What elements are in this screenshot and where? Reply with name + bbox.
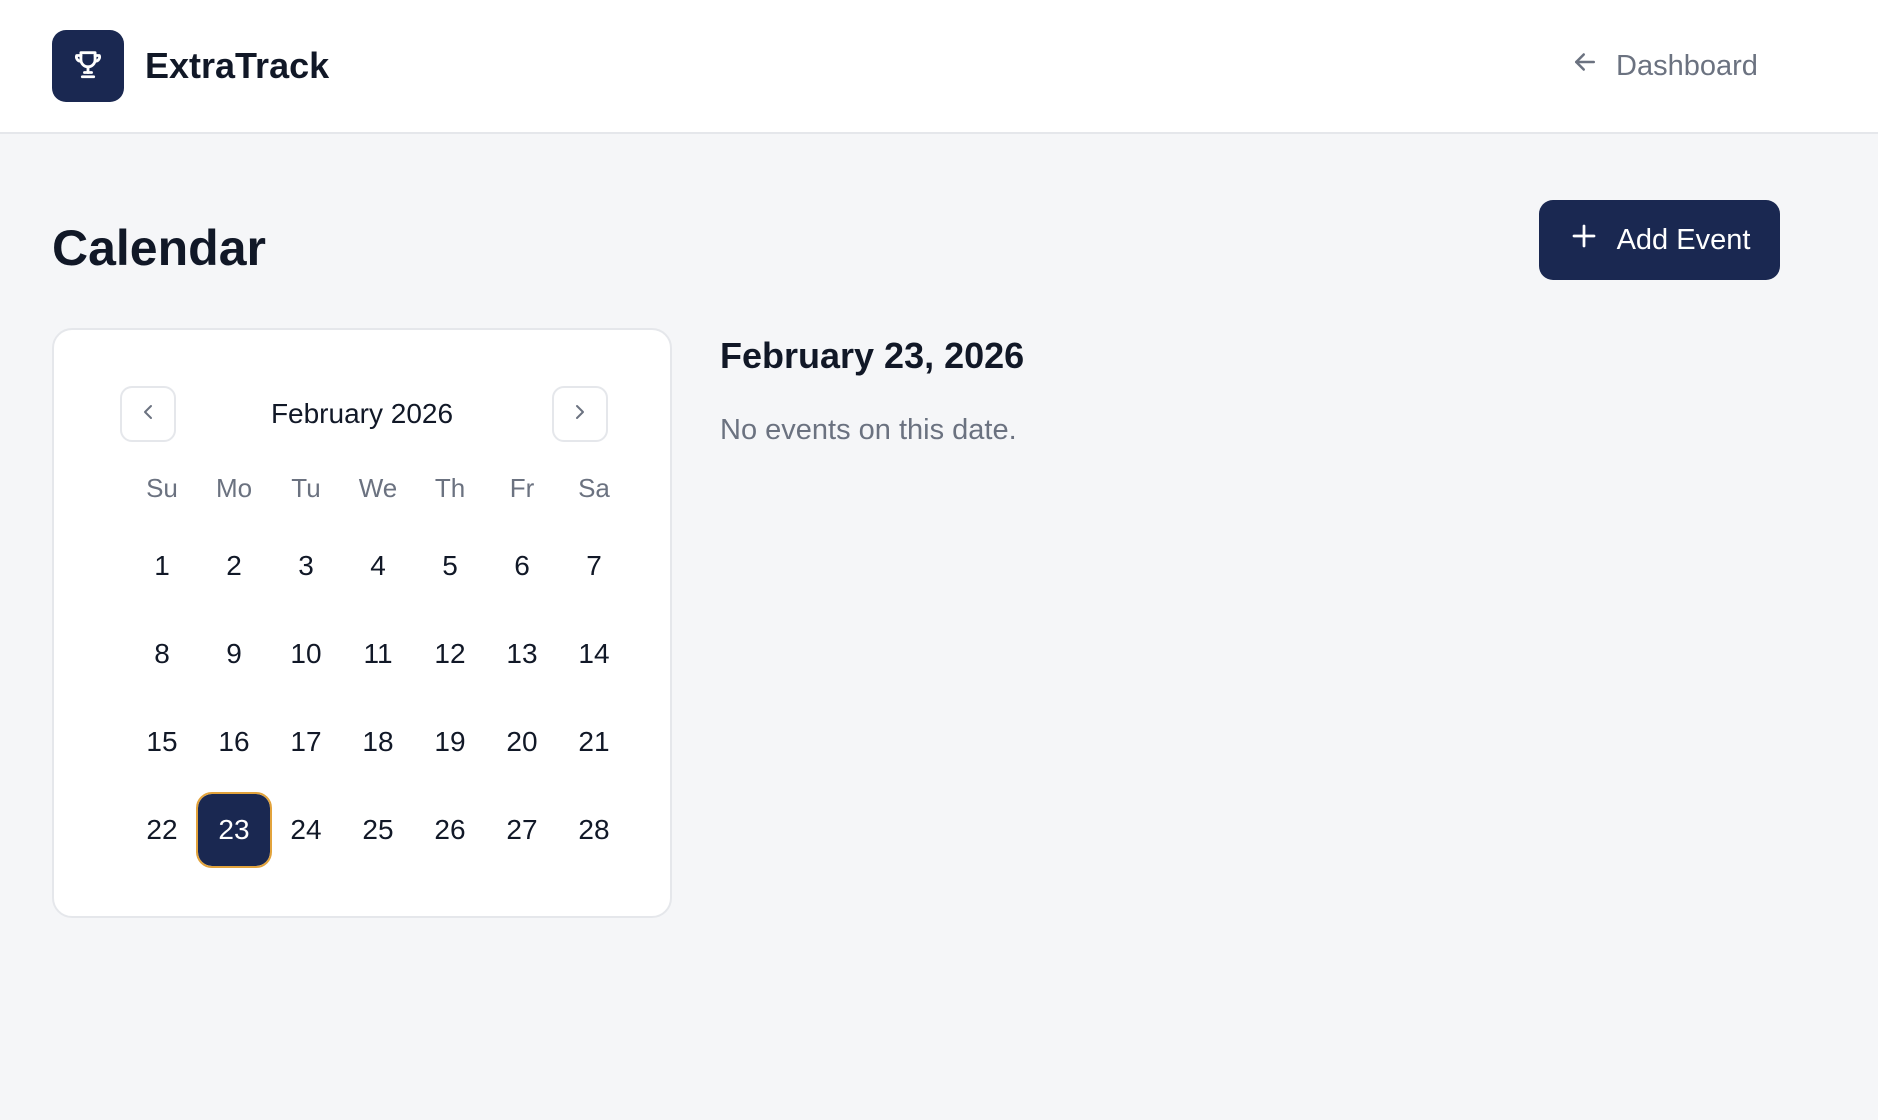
page-title: Calendar xyxy=(52,220,266,276)
day-cell[interactable]: 10 xyxy=(270,618,342,690)
add-event-button[interactable]: Add Event xyxy=(1539,200,1780,280)
day-cell[interactable]: 13 xyxy=(486,618,558,690)
day-cell[interactable]: 28 xyxy=(558,794,630,866)
day-grid: 1 2 3 4 5 6 7 8 9 10 11 12 13 14 15 16 1… xyxy=(126,530,630,882)
weekday-label: Sa xyxy=(578,473,610,503)
weekday-header: Su Mo Tu We Th Fr Sa xyxy=(126,470,630,506)
arrow-left-icon xyxy=(1570,47,1600,85)
next-month-button[interactable] xyxy=(552,386,608,442)
day-cell[interactable]: 25 xyxy=(342,794,414,866)
day-cell[interactable]: 1 xyxy=(126,530,198,602)
weekday-label: Th xyxy=(434,473,466,503)
day-cell[interactable]: 6 xyxy=(486,530,558,602)
calendar-card: February 2026 Su Mo Tu We Th Fr Sa 1 2 3… xyxy=(52,328,672,918)
day-cell[interactable]: 2 xyxy=(198,530,270,602)
weekday-label: Fr xyxy=(509,473,535,503)
selected-date-heading: February 23, 2026 xyxy=(720,335,1025,376)
day-cell[interactable]: 16 xyxy=(198,706,270,778)
brand-name: ExtraTrack xyxy=(145,45,330,86)
day-cell[interactable]: 9 xyxy=(198,618,270,690)
day-cell[interactable]: 18 xyxy=(342,706,414,778)
weekday-label: Tu xyxy=(291,473,321,503)
day-cell[interactable]: 11 xyxy=(342,618,414,690)
weekday-label: Mo xyxy=(215,473,253,503)
dashboard-link-label: Dashboard xyxy=(1616,49,1758,82)
day-cell[interactable]: 22 xyxy=(126,794,198,866)
day-cell[interactable]: 12 xyxy=(414,618,486,690)
day-cell[interactable]: 26 xyxy=(414,794,486,866)
empty-events-message: No events on this date. xyxy=(720,414,1017,446)
day-cell[interactable]: 24 xyxy=(270,794,342,866)
day-cell[interactable]: 8 xyxy=(126,618,198,690)
day-cell[interactable]: 5 xyxy=(414,530,486,602)
chevron-right-icon xyxy=(568,400,592,429)
weekday-label: Su xyxy=(146,473,178,503)
day-cell[interactable]: 20 xyxy=(486,706,558,778)
day-cell[interactable]: 27 xyxy=(486,794,558,866)
add-event-label: Add Event xyxy=(1616,223,1751,256)
logo[interactable] xyxy=(52,30,124,102)
day-cell[interactable]: 15 xyxy=(126,706,198,778)
day-cell[interactable]: 17 xyxy=(270,706,342,778)
day-cell[interactable]: 4 xyxy=(342,530,414,602)
day-cell[interactable]: 7 xyxy=(558,530,630,602)
day-cell[interactable]: 14 xyxy=(558,618,630,690)
dashboard-link[interactable]: Dashboard xyxy=(1570,40,1758,92)
day-cell-selected[interactable]: 23 xyxy=(196,792,272,868)
day-cell[interactable]: 3 xyxy=(270,530,342,602)
trophy-icon xyxy=(71,47,105,86)
weekday-label: We xyxy=(358,473,398,503)
day-cell[interactable]: 21 xyxy=(558,706,630,778)
day-cell[interactable]: 19 xyxy=(414,706,486,778)
top-bar: ExtraTrack Dashboard xyxy=(0,0,1878,134)
plus-icon xyxy=(1569,221,1599,259)
